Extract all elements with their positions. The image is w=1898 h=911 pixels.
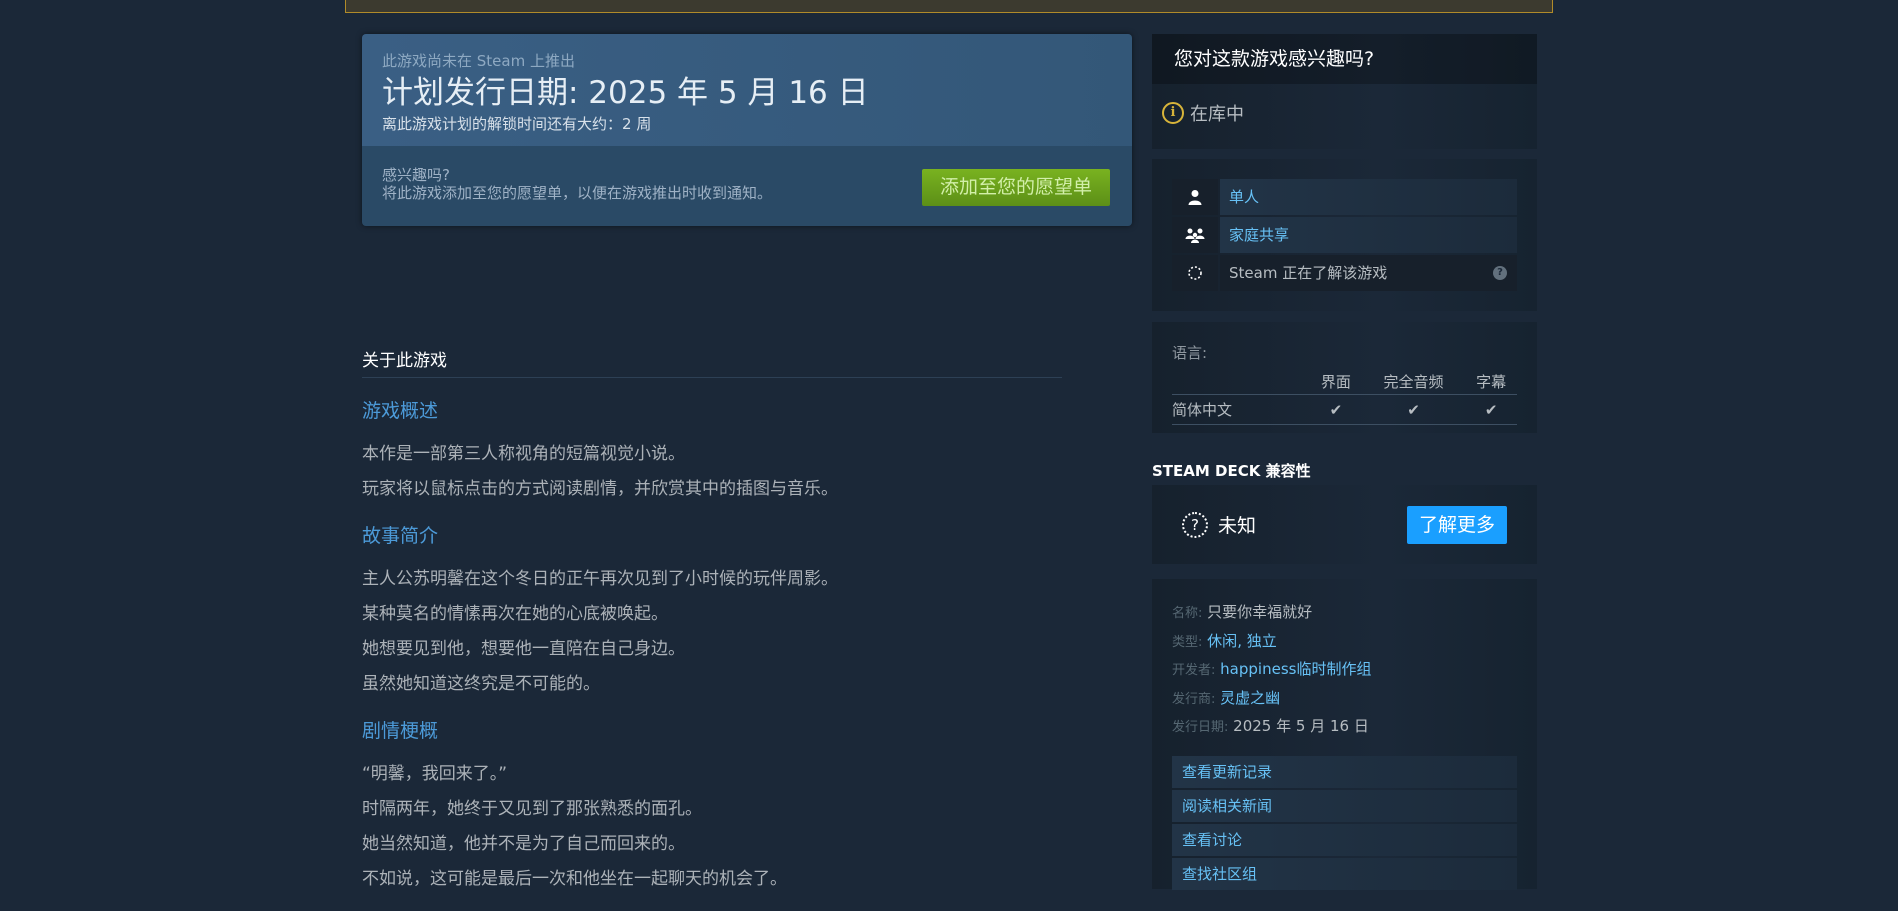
about-heading: 关于此游戏 bbox=[362, 346, 1062, 378]
detail-developer: 开发者: happiness临时制作组 bbox=[1172, 656, 1517, 685]
detail-key: 名称: bbox=[1172, 606, 1203, 621]
links-list: 查看更新记录 阅读相关新闻 查看讨论 查找社区组 bbox=[1172, 755, 1517, 890]
help-icon[interactable]: ? bbox=[1493, 266, 1507, 280]
developer-link[interactable]: happiness临时制作组 bbox=[1220, 660, 1371, 678]
language-row: 简体中文 ✔ ✔ ✔ bbox=[1172, 394, 1517, 425]
languages-table: 界面 完全音频 字幕 简体中文 ✔ ✔ ✔ bbox=[1172, 369, 1517, 425]
publisher-link[interactable]: 灵虚之幽 bbox=[1220, 689, 1280, 707]
languages-column-header: 界面 bbox=[1310, 369, 1362, 395]
info-icon: i bbox=[1162, 102, 1184, 124]
unknown-icon: ? bbox=[1182, 511, 1208, 538]
release-date-title: 计划发行日期: 2025 年 5 月 16 日 bbox=[382, 75, 869, 111]
paragraph-line: 本作是一部第三人称视角的短篇视觉小说。 bbox=[362, 444, 685, 464]
paragraph-line: 不如说，这可能是最后一次和他坐在一起聊天的机会了。 bbox=[362, 869, 787, 889]
detail-key: 开发者: bbox=[1172, 663, 1216, 678]
interest-header: 您对这款游戏感兴趣吗? bbox=[1152, 34, 1537, 84]
language-name: 简体中文 bbox=[1172, 394, 1310, 425]
paragraph-line: 玩家将以鼠标点击的方式阅读剧情，并欣赏其中的插图与音乐。 bbox=[362, 479, 838, 499]
view-update-history-link[interactable]: 查看更新记录 bbox=[1172, 755, 1517, 788]
paragraph-line: “明馨，我回来了。” bbox=[362, 764, 508, 784]
single-player-icon bbox=[1172, 179, 1218, 215]
languages-header-empty bbox=[1172, 369, 1310, 395]
release-subtitle: 此游戏尚未在 Steam 上推出 bbox=[382, 52, 575, 70]
release-remaining: 离此游戏计划的解锁时间还有大约：2 周 bbox=[382, 115, 652, 133]
steam-deck-panel: ? 未知 了解更多 bbox=[1152, 485, 1537, 564]
paragraph-line: 时隔两年，她终于又见到了那张熟悉的面孔。 bbox=[362, 799, 702, 819]
languages-label: 语言: bbox=[1172, 344, 1208, 362]
detail-release-date: 发行日期: 2025 年 5 月 16 日 bbox=[1172, 713, 1517, 742]
release-header: 此游戏尚未在 Steam 上推出 计划发行日期: 2025 年 5 月 16 日… bbox=[362, 34, 1132, 146]
detail-publisher: 发行商: 灵虚之幽 bbox=[1172, 685, 1517, 714]
paragraph-line: 主人公苏明馨在这个冬日的正午再次见到了小时候的玩伴周影。 bbox=[362, 569, 838, 589]
add-to-wishlist-button[interactable]: 添加至您的愿望单 bbox=[922, 169, 1110, 206]
deck-status-label: 未知 bbox=[1218, 515, 1257, 537]
paragraph-line: 虽然她知道这终究是不可能的。 bbox=[362, 674, 600, 694]
view-discussions-link[interactable]: 查看讨论 bbox=[1172, 823, 1517, 856]
detail-key: 发行日期: bbox=[1172, 720, 1229, 735]
feature-label: Steam 正在了解该游戏 ? bbox=[1220, 255, 1517, 291]
section-title: 游戏概述 bbox=[362, 400, 439, 422]
detail-value: 只要你幸福就好 bbox=[1207, 603, 1313, 621]
paragraph-line: 某种莫名的情愫再次在她的心底被唤起。 bbox=[362, 604, 668, 624]
find-groups-link[interactable]: 查找社区组 bbox=[1172, 857, 1517, 890]
detail-key: 类型: bbox=[1172, 634, 1203, 650]
steam-deck-title: STEAM DECK 兼容性 bbox=[1152, 462, 1311, 480]
section-title: 剧情梗概 bbox=[362, 720, 439, 742]
feature-label-text: Steam 正在了解该游戏 bbox=[1229, 264, 1388, 282]
in-library-label: 在库中 bbox=[1190, 104, 1244, 125]
languages-column-header: 字幕 bbox=[1465, 369, 1517, 395]
loading-icon bbox=[1172, 255, 1218, 291]
about-body: 游戏概述 本作是一部第三人称视角的短篇视觉小说。 玩家将以鼠标点击的方式阅读剧情… bbox=[362, 396, 1162, 911]
learn-more-button[interactable]: 了解更多 bbox=[1407, 505, 1507, 544]
check-icon: ✔ bbox=[1310, 394, 1362, 425]
release-info-box: 此游戏尚未在 Steam 上推出 计划发行日期: 2025 年 5 月 16 日… bbox=[362, 34, 1132, 226]
paragraph-line: 她当然知道，他并不是为了自己而回来的。 bbox=[362, 834, 685, 854]
detail-key: 发行商: bbox=[1172, 691, 1216, 707]
genre-separator: , bbox=[1237, 631, 1247, 650]
read-news-link[interactable]: 阅读相关新闻 bbox=[1172, 789, 1517, 822]
interest-panel: 您对这款游戏感兴趣吗? i 在库中 bbox=[1152, 34, 1537, 149]
paragraph-line: 她想要见到他，想要他一直陪在自己身边。 bbox=[362, 639, 685, 659]
detail-value: 2025 年 5 月 16 日 bbox=[1233, 717, 1369, 735]
about-section-plot: 剧情梗概 “明馨，我回来了。” 时隔两年，她终于又见到了那张熟悉的面孔。 她当然… bbox=[362, 716, 1162, 897]
top-banner bbox=[345, 0, 1553, 13]
genre-link[interactable]: 休闲 bbox=[1207, 632, 1237, 650]
about-section-overview: 游戏概述 本作是一部第三人称视角的短篇视觉小说。 玩家将以鼠标点击的方式阅读剧情… bbox=[362, 396, 1162, 507]
feature-steam-learning: Steam 正在了解该游戏 ? bbox=[1172, 255, 1517, 291]
languages-panel: 语言: 界面 完全音频 字幕 简体中文 ✔ ✔ ✔ bbox=[1152, 322, 1537, 433]
genre-link[interactable]: 独立 bbox=[1247, 632, 1277, 650]
detail-name: 名称: 只要你幸福就好 bbox=[1172, 599, 1517, 628]
feature-label[interactable]: 单人 bbox=[1220, 179, 1517, 215]
languages-column-header: 完全音频 bbox=[1361, 369, 1466, 395]
family-sharing-icon bbox=[1172, 217, 1218, 253]
details-panel: 名称: 只要你幸福就好 类型: 休闲, 独立 开发者: happiness临时制… bbox=[1152, 579, 1537, 890]
features-panel: 单人 家庭共享 Steam 正在了解该游戏 ? bbox=[1152, 159, 1537, 311]
in-library-status: i 在库中 bbox=[1152, 84, 1537, 126]
wishlist-prompt: 感兴趣吗? 将此游戏添加至您的愿望单，以便在游戏推出时收到通知。 添加至您的愿望… bbox=[362, 146, 1132, 226]
check-icon: ✔ bbox=[1465, 394, 1517, 425]
about-section-story: 故事简介 主人公苏明馨在这个冬日的正午再次见到了小时候的玩伴周影。 某种莫名的情… bbox=[362, 521, 1162, 702]
section-title: 故事简介 bbox=[362, 525, 439, 547]
feature-label[interactable]: 家庭共享 bbox=[1220, 217, 1517, 253]
detail-genre: 类型: 休闲, 独立 bbox=[1172, 628, 1517, 657]
deck-status: ? 未知 bbox=[1182, 511, 1256, 538]
check-icon: ✔ bbox=[1361, 394, 1466, 425]
feature-family-sharing[interactable]: 家庭共享 bbox=[1172, 217, 1517, 253]
feature-single-player[interactable]: 单人 bbox=[1172, 179, 1517, 215]
